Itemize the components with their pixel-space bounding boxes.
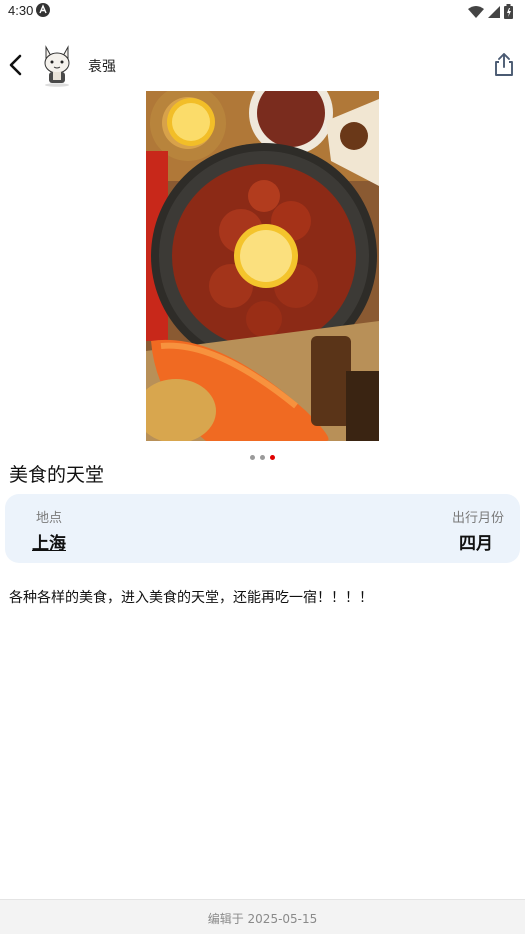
footer-bar: 编辑于 2025-05-15: [0, 899, 525, 934]
app-notification-icon: [36, 3, 50, 17]
carousel-dot[interactable]: [250, 455, 255, 460]
status-time: 4:30: [8, 3, 34, 18]
post-title: 美食的天堂: [9, 464, 105, 486]
battery-icon: [504, 4, 513, 19]
status-icons: [468, 4, 513, 19]
signal-icon: [488, 5, 500, 18]
month-label: 出行月份: [451, 511, 504, 526]
carousel-dot[interactable]: [260, 455, 265, 460]
trip-info-card: 地点 上海 出行月份 四月: [5, 494, 520, 563]
status-bar: 4:30: [0, 0, 525, 24]
author-avatar[interactable]: [38, 43, 76, 87]
carousel-dot-active[interactable]: [270, 455, 275, 460]
share-button[interactable]: [493, 52, 515, 78]
location-value[interactable]: 上海: [32, 529, 66, 554]
post-photo[interactable]: [146, 91, 379, 441]
month-value: 四月: [459, 534, 493, 554]
carousel-indicator: [250, 455, 275, 460]
share-icon: [495, 53, 513, 76]
post-header: 袁强: [0, 40, 525, 90]
wifi-icon: [468, 5, 484, 18]
post-description: 各种各样的美食，进入美食的天堂，还能再吃一宿！！！！: [9, 590, 373, 606]
edited-date: 编辑于 2025-05-15: [207, 912, 318, 926]
location-label: 地点: [36, 511, 63, 526]
author-name[interactable]: 袁强: [88, 56, 116, 76]
back-button[interactable]: [6, 52, 28, 78]
back-arrow-icon: [9, 54, 22, 76]
